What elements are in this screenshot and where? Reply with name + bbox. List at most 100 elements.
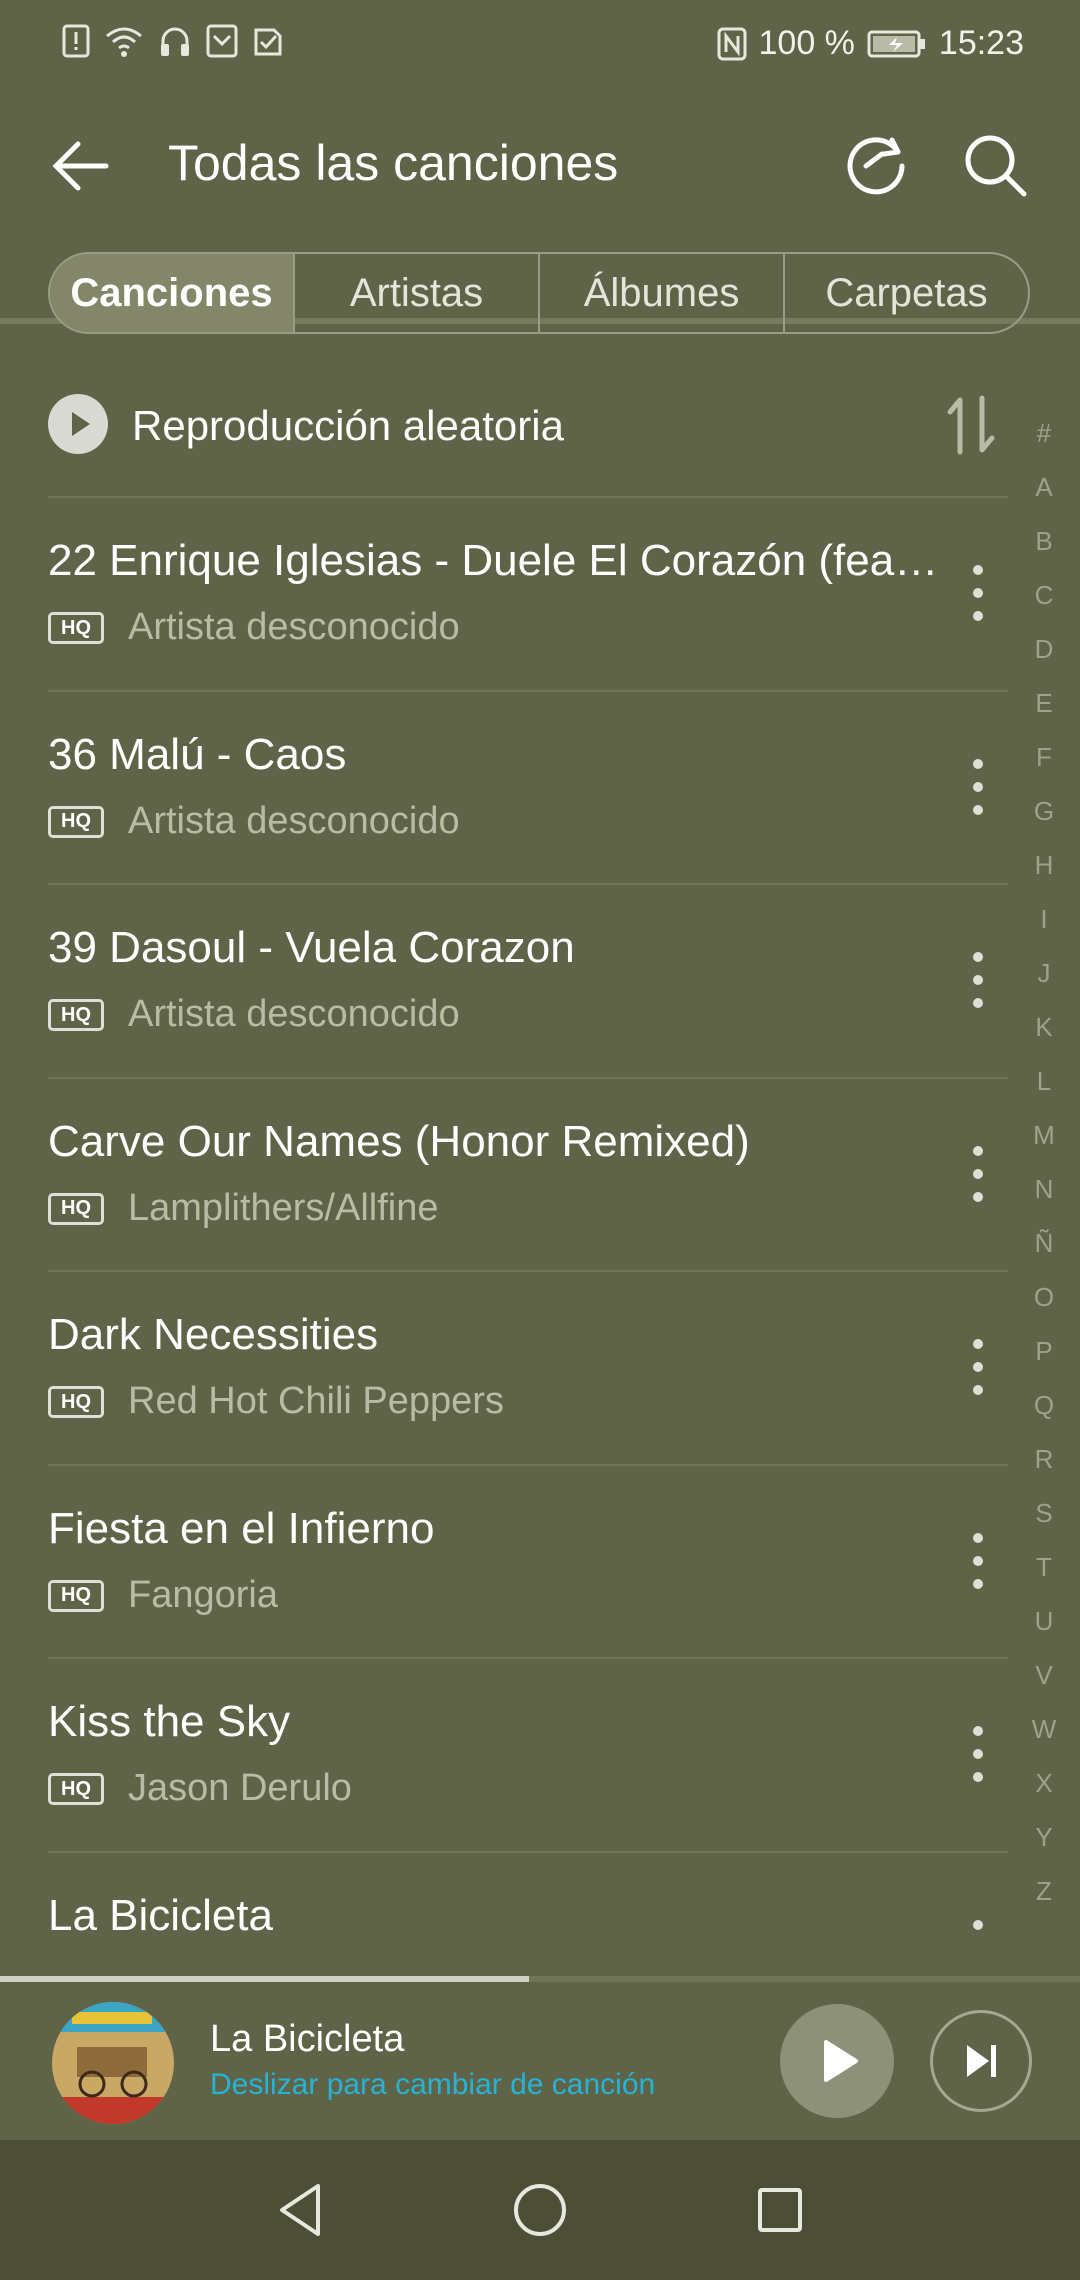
song-artist: Artista desconocido [128,799,460,842]
play-button[interactable] [780,2004,894,2118]
song-title: Fiesta en el Infierno [48,1503,435,1553]
more-options-button[interactable] [958,1526,998,1596]
search-icon [965,135,1027,197]
more-vert-icon [973,952,983,1008]
shuffle-play-row[interactable]: Reproducción aleatoria [48,380,1008,476]
song-title: Dark Necessities [48,1310,379,1359]
tab-artistas[interactable]: Artistas [293,254,538,332]
index-letter[interactable]: R [1020,1432,1068,1486]
song-artist: Jason Derulo [128,1767,352,1809]
hq-badge: HQ [48,805,104,838]
tab-albumes[interactable]: Álbumes [538,254,783,332]
more-options-button[interactable] [958,1913,998,1933]
song-title: La Bicicleta [48,1890,274,1933]
song-row[interactable]: Carve Our Names (Honor Remixed) HQ Lampl… [48,1076,1008,1271]
more-options-button[interactable] [958,752,998,822]
index-letter[interactable]: K [1020,1000,1068,1054]
more-options-button[interactable] [958,1332,998,1402]
sort-icon[interactable] [944,394,998,456]
song-artist: Red Hot Chili Peppers [128,1380,504,1422]
index-letter[interactable]: E [1020,676,1068,730]
more-options-button[interactable] [958,1719,998,1789]
square-recents-icon [758,2188,802,2232]
index-letter[interactable]: A [1020,460,1068,514]
progress-fill [0,1976,530,1982]
song-row[interactable]: Dark Necessities HQ Red Hot Chili Pepper… [48,1270,1008,1464]
index-letter[interactable]: C [1020,568,1068,622]
wifi-icon [104,24,144,58]
huawei-icon [206,24,238,58]
index-letter[interactable]: I [1020,892,1068,946]
back-arrow-icon [52,141,109,191]
nfc-icon [717,27,747,61]
tab-bar: Canciones Artistas Álbumes Carpetas [48,252,1030,334]
index-letter[interactable]: D [1020,622,1068,676]
index-letter[interactable]: W [1020,1702,1068,1756]
index-letter[interactable]: M [1020,1108,1068,1162]
song-row[interactable]: 22 Enrique Iglesias - Duele El Corazón (… [48,496,1008,690]
index-letter[interactable]: J [1020,946,1068,1000]
index-letter[interactable]: # [1020,406,1068,460]
hq-badge: HQ [48,1773,104,1805]
mini-player[interactable]: La Bicicleta Deslizar para cambiar de ca… [0,1976,1080,2124]
playback-progress[interactable] [0,1976,1080,1982]
now-playing-hint: Deslizar para cambiar de canción [210,2068,656,2101]
index-letter[interactable]: F [1020,730,1068,784]
index-letter[interactable]: N [1020,1162,1068,1216]
status-bar: 100 % 15:23 [0,0,1080,90]
battery-percent: 100 % [758,24,855,62]
nav-home-button[interactable] [508,2178,572,2242]
index-letter[interactable]: B [1020,514,1068,568]
more-options-button[interactable] [958,1139,998,1209]
more-vert-icon [973,1726,983,1782]
shuffle-label: Reproducción aleatoria [132,402,564,449]
index-letter[interactable]: X [1020,1756,1068,1810]
song-title: 39 Dasoul - Vuela Corazon [48,923,575,972]
index-letter[interactable]: Y [1020,1810,1068,1864]
app-bar: Todas las canciones [0,90,1080,324]
alphabet-index[interactable]: # A B C D E F G H I J K L M N Ñ O P Q R S T U V W X Y Z [1020,406,1068,1918]
index-letter[interactable]: Q [1020,1378,1068,1432]
now-playing-title: La Bicicleta [210,2018,405,2060]
next-track-button[interactable] [930,2010,1032,2112]
check-icon [252,24,284,58]
index-letter[interactable]: Ñ [1020,1216,1068,1270]
triangle-back-icon [280,2184,320,2236]
play-icon [824,2040,858,2082]
index-letter[interactable]: U [1020,1594,1068,1648]
circle-home-icon [514,2184,566,2236]
tab-carpetas[interactable]: Carpetas [783,254,1028,332]
alert-icon [62,24,90,58]
page-title: Todas las canciones [168,135,619,191]
song-row[interactable]: La Bicicleta [48,1850,1008,1933]
nav-back-button[interactable] [270,2178,334,2242]
index-letter[interactable]: P [1020,1324,1068,1378]
hq-badge: HQ [48,999,104,1031]
more-options-button[interactable] [958,558,998,628]
nav-recents-button[interactable] [748,2178,812,2242]
tab-canciones[interactable]: Canciones [50,254,293,332]
hq-badge: HQ [48,1192,104,1225]
song-row[interactable]: Kiss the Sky HQ Jason Derulo [48,1657,1008,1851]
song-list: 22 Enrique Iglesias - Duele El Corazón (… [48,496,1008,1933]
index-letter[interactable]: V [1020,1648,1068,1702]
index-letter[interactable]: Z [1020,1864,1068,1918]
song-row[interactable]: 36 Malú - Caos HQ Artista desconocido [48,689,1008,884]
song-row[interactable]: Fiesta en el Infierno HQ Fangoria [48,1463,1008,1658]
hq-badge: HQ [48,612,104,644]
index-letter[interactable]: G [1020,784,1068,838]
index-letter[interactable]: L [1020,1054,1068,1108]
index-letter[interactable]: H [1020,838,1068,892]
more-vert-icon [973,1145,983,1202]
back-button[interactable] [44,126,124,206]
refresh-button[interactable] [836,126,916,206]
song-title: Carve Our Names (Honor Remixed) [48,1116,750,1166]
index-letter[interactable]: T [1020,1540,1068,1594]
song-row[interactable]: 39 Dasoul - Vuela Corazon HQ Artista des… [48,883,1008,1077]
more-options-button[interactable] [958,945,998,1015]
index-letter[interactable]: O [1020,1270,1068,1324]
search-button[interactable] [956,126,1036,206]
headphones-icon [158,24,192,58]
index-letter[interactable]: S [1020,1486,1068,1540]
song-artist: Lamplithers/Allfine [128,1186,439,1229]
